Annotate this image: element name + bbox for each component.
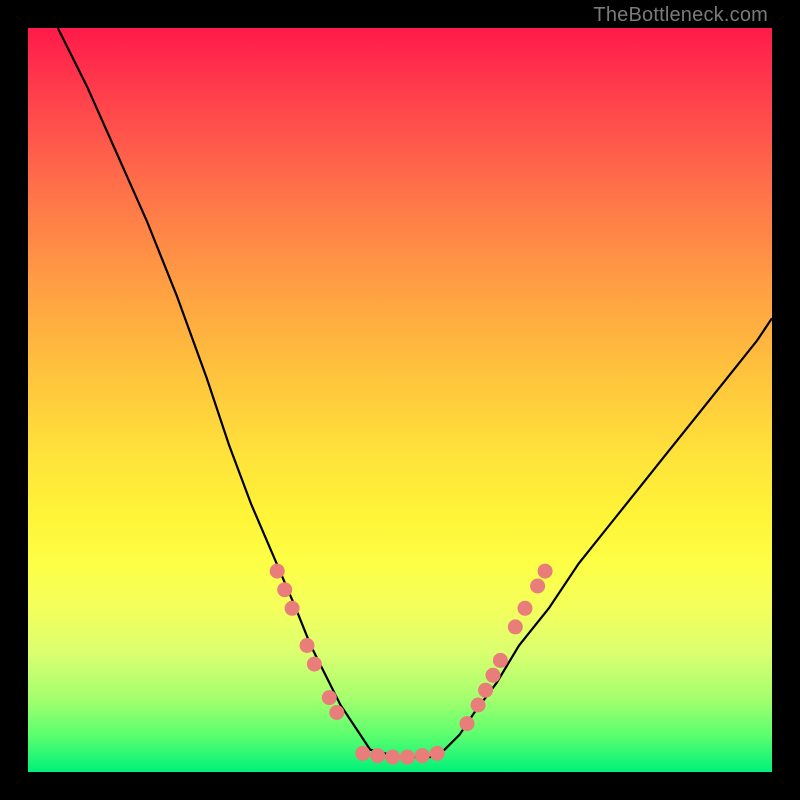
- marker-dot: [370, 748, 385, 763]
- marker-dot: [538, 564, 553, 579]
- marker-dot: [478, 683, 493, 698]
- chart-frame: TheBottleneck.com: [0, 0, 800, 800]
- marker-dot: [385, 750, 400, 765]
- marker-dot: [471, 698, 486, 713]
- marker-dot: [460, 716, 475, 731]
- marker-dot: [400, 750, 415, 765]
- marker-dot: [508, 619, 523, 634]
- marker-dot: [493, 653, 508, 668]
- marker-dot: [415, 748, 430, 763]
- plot-area: [28, 28, 772, 772]
- watermark-text: TheBottleneck.com: [593, 4, 768, 27]
- marker-dot: [322, 690, 337, 705]
- curve-markers: [270, 564, 553, 765]
- marker-dot: [329, 705, 344, 720]
- marker-dot: [430, 746, 445, 761]
- bottleneck-curve: [58, 28, 772, 757]
- marker-dot: [285, 601, 300, 616]
- marker-dot: [270, 564, 285, 579]
- curve-layer: [28, 28, 772, 772]
- marker-dot: [486, 668, 501, 683]
- marker-dot: [518, 601, 533, 616]
- marker-dot: [277, 582, 292, 597]
- marker-dot: [530, 579, 545, 594]
- marker-dot: [300, 638, 315, 653]
- marker-dot: [355, 746, 370, 761]
- marker-dot: [307, 657, 322, 672]
